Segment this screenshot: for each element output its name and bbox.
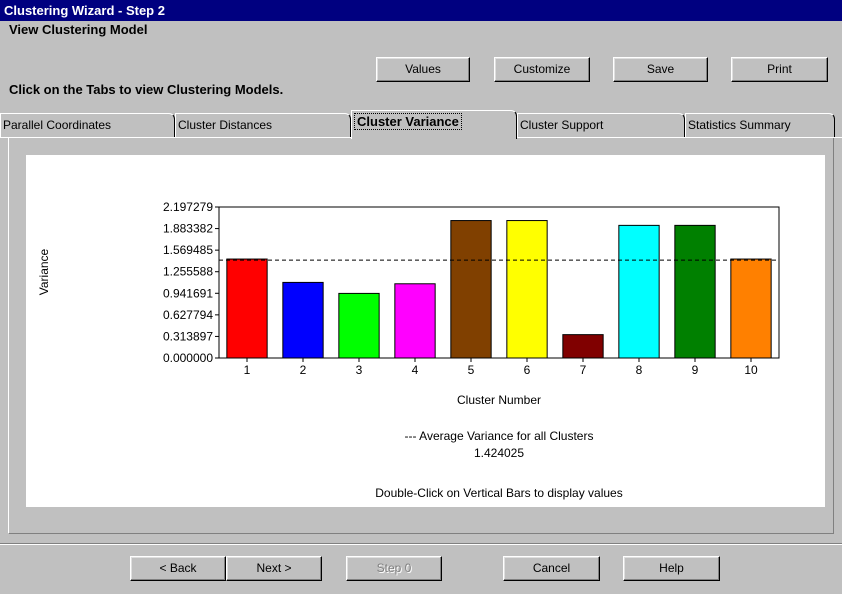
tab-cluster-variance[interactable]: Cluster Variance: [351, 110, 517, 139]
tab-label: Cluster Variance: [354, 113, 462, 130]
y-tick-label: 0.000000: [163, 351, 213, 365]
step-button: Step 0: [346, 556, 442, 581]
x-tick-label: 10: [744, 363, 758, 377]
print-button-label: Print: [767, 62, 792, 76]
tab-label: Parallel Coordinates: [3, 118, 112, 132]
bar-cluster-4[interactable]: [394, 283, 436, 359]
bar-cluster-8[interactable]: [618, 224, 660, 359]
cancel-button[interactable]: Cancel: [503, 556, 600, 581]
window-title: Clustering Wizard - Step 2: [0, 0, 842, 21]
x-tick-label: 7: [580, 363, 587, 377]
tab-parallel-coordinates[interactable]: Parallel Coordinates: [0, 113, 175, 137]
bar-cluster-10[interactable]: [730, 258, 772, 359]
tab-label: Cluster Support: [520, 118, 604, 132]
x-tick-label: 6: [524, 363, 531, 377]
average-value: 1.424025: [474, 446, 524, 460]
x-tick-label: 5: [468, 363, 475, 377]
y-tick-label: 0.313897: [163, 329, 213, 343]
instruction-text: Click on the Tabs to view Clustering Mod…: [9, 82, 284, 97]
bar-cluster-7[interactable]: [562, 334, 604, 359]
bar-cluster-5[interactable]: [450, 220, 492, 359]
x-tick-label: 1: [244, 363, 251, 377]
tab-statistics-summary[interactable]: Statistics Summary: [685, 113, 835, 137]
x-tick-label: 3: [356, 363, 363, 377]
values-button[interactable]: Values: [376, 57, 470, 82]
y-tick-label: 1.569485: [163, 243, 213, 257]
back-button[interactable]: < Back: [130, 556, 226, 581]
y-tick-label: 0.941691: [163, 286, 213, 300]
tab-cluster-distances[interactable]: Cluster Distances: [175, 113, 351, 137]
bar-cluster-6[interactable]: [506, 220, 548, 359]
bar-cluster-3[interactable]: [338, 292, 380, 359]
step-subtitle: View Clustering Model: [9, 22, 148, 37]
y-tick-label: 2.197279: [163, 200, 213, 214]
tab-cluster-support[interactable]: Cluster Support: [517, 113, 685, 137]
customize-button-label: Customize: [513, 62, 571, 76]
clustering-wizard-window: Clustering Wizard - Step 2 View Clusteri…: [0, 0, 842, 594]
y-axis-label: Variance: [37, 248, 51, 295]
x-tick-label: 4: [412, 363, 419, 377]
bar-cluster-1[interactable]: [226, 258, 268, 359]
bar-cluster-2[interactable]: [282, 281, 324, 359]
chart-hint: Double-Click on Vertical Bars to display…: [375, 486, 622, 500]
x-axis-label: Cluster Number: [457, 393, 541, 407]
y-tick-label: 1.255588: [163, 265, 213, 279]
back-button-label: < Back: [159, 561, 197, 575]
variance-chart: 2.197279 1.883382 1.569485 1.255588 0.941691…: [37, 200, 780, 500]
tab-label: Cluster Distances: [178, 118, 273, 132]
next-button[interactable]: Next >: [226, 556, 322, 581]
x-tick-label: 9: [692, 363, 699, 377]
save-button[interactable]: Save: [613, 57, 708, 82]
help-button[interactable]: Help: [623, 556, 720, 581]
chart-panel: 2.197279 1.883382 1.569485 1.255588 0.941691…: [26, 155, 825, 507]
values-button-label: Values: [405, 62, 441, 76]
customize-button[interactable]: Customize: [494, 57, 590, 82]
average-legend-label: --- Average Variance for all Clusters: [405, 429, 594, 443]
tab-label: Statistics Summary: [688, 118, 791, 132]
bar-cluster-9[interactable]: [674, 224, 716, 359]
step-button-label: Step 0: [376, 561, 412, 575]
print-button[interactable]: Print: [731, 57, 828, 82]
x-tick-label: 2: [300, 363, 307, 377]
tab-strip: Parallel Coordinates Cluster Distances C…: [0, 108, 842, 139]
next-button-label: Next >: [256, 561, 292, 575]
x-tick-label: 8: [636, 363, 643, 377]
y-tick-label: 1.883382: [163, 222, 213, 236]
y-tick-label: 0.627794: [163, 308, 213, 322]
help-button-label: Help: [659, 561, 684, 575]
footer-separator-highlight: [0, 544, 842, 545]
save-button-label: Save: [646, 62, 675, 76]
cancel-button-label: Cancel: [532, 561, 571, 575]
